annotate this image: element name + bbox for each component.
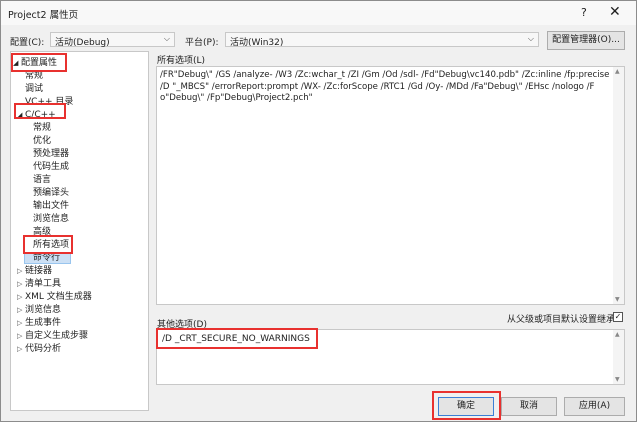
- highlight-other-options: [156, 328, 318, 349]
- tree-item-label: 代码分析: [25, 344, 62, 354]
- config-manager-button[interactable]: 配置管理器(O)...: [547, 31, 625, 50]
- all-options-text: /FR"Debug\" /GS /analyze- /W3 /Zc:wchar_…: [160, 70, 610, 103]
- tree-item[interactable]: 预编译头: [33, 187, 69, 200]
- inherit-checkbox[interactable]: ✓: [613, 312, 623, 322]
- help-icon[interactable]: ?: [581, 6, 587, 19]
- tree-item-label: XML 文档生成器: [25, 292, 92, 302]
- tree-item[interactable]: ▷ XML 文档生成器: [17, 291, 92, 304]
- tree-item-label: 生成事件: [25, 318, 62, 328]
- tree-item[interactable]: 调试: [25, 83, 43, 96]
- tree-item[interactable]: ▷ 代码分析: [17, 343, 61, 356]
- tree-item-label: 代码生成: [33, 162, 70, 172]
- tree-item-label: 常规: [25, 71, 44, 81]
- config-value: 活动(Debug): [55, 38, 110, 48]
- highlight-cpp: [14, 103, 66, 119]
- checkmark-icon: ✓: [614, 312, 622, 321]
- all-options-scrollbar[interactable]: ▲ ▼: [613, 67, 624, 304]
- cancel-button[interactable]: 取消: [501, 397, 557, 416]
- config-label: 配置(C):: [10, 38, 45, 48]
- property-pages-window: Project2 属性页 ? ✕ 配置(C): 活动(Debug) ⌵ 平台(P…: [0, 0, 637, 422]
- tree-item[interactable]: ▷ 清单工具: [17, 278, 61, 291]
- collapsed-arrow-icon[interactable]: ▷: [17, 317, 25, 330]
- tree-item[interactable]: ▷ 链接器: [17, 265, 52, 278]
- tree-item[interactable]: 浏览信息: [33, 213, 69, 226]
- tree-item-label: 命令行: [33, 253, 61, 263]
- apply-button[interactable]: 应用(A): [564, 397, 625, 416]
- tree-item[interactable]: 预处理器: [33, 148, 69, 161]
- highlight-command-line: [23, 235, 73, 254]
- tree-item-label: 调试: [25, 84, 44, 94]
- tree-item[interactable]: ▷ 生成事件: [17, 317, 61, 330]
- tree-item-label: 清单工具: [25, 279, 62, 289]
- scroll-down-icon[interactable]: ▼: [615, 376, 620, 383]
- other-options-scrollbar[interactable]: ▲ ▼: [613, 330, 624, 384]
- chevron-down-icon: ⌵: [163, 34, 170, 43]
- window-title: Project2 属性页: [8, 10, 79, 21]
- scroll-up-icon[interactable]: ▲: [615, 331, 620, 338]
- collapsed-arrow-icon[interactable]: ▷: [17, 291, 25, 304]
- collapsed-arrow-icon[interactable]: ▷: [17, 304, 25, 317]
- scroll-down-icon[interactable]: ▼: [615, 296, 620, 303]
- tree-item[interactable]: 代码生成: [33, 161, 69, 174]
- tree-item[interactable]: ▷ 浏览信息: [17, 304, 61, 317]
- collapsed-arrow-icon[interactable]: ▷: [17, 330, 25, 343]
- tree-item[interactable]: 常规: [33, 122, 51, 135]
- close-icon[interactable]: ✕: [609, 4, 621, 20]
- highlight-config-properties: [11, 53, 67, 72]
- platform-label: 平台(P):: [185, 38, 219, 48]
- inherit-label: 从父级或项目默认设置继承: [507, 315, 616, 325]
- tree-item[interactable]: 优化: [33, 135, 51, 148]
- scroll-up-icon[interactable]: ▲: [615, 68, 620, 75]
- tree-item-label: 预编译头: [33, 188, 70, 198]
- tree-item-label: 自定义生成步骤: [25, 331, 89, 341]
- collapsed-arrow-icon[interactable]: ▷: [17, 265, 25, 278]
- tree-item-label: 预处理器: [33, 149, 70, 159]
- tree-item[interactable]: 输出文件: [33, 200, 69, 213]
- highlight-ok-button: [432, 391, 501, 420]
- tree-item-label: 浏览信息: [33, 214, 70, 224]
- platform-combo[interactable]: 活动(Win32) ⌵: [225, 32, 539, 48]
- tree-item-label: 优化: [33, 136, 52, 146]
- all-options-label: 所有选项(L): [157, 56, 206, 66]
- tree-item-label: 链接器: [25, 266, 53, 276]
- tree-item[interactable]: 语言: [33, 174, 51, 187]
- collapsed-arrow-icon[interactable]: ▷: [17, 278, 25, 291]
- collapsed-arrow-icon[interactable]: ▷: [17, 343, 25, 356]
- title-bar: Project2 属性页 ? ✕: [1, 1, 636, 25]
- tree-item-label: 浏览信息: [25, 305, 62, 315]
- platform-value: 活动(Win32): [230, 38, 284, 48]
- all-options-box[interactable]: /FR"Debug\" /GS /analyze- /W3 /Zc:wchar_…: [156, 66, 625, 305]
- tree-item-label: 输出文件: [33, 201, 70, 211]
- tree-item-label: 语言: [33, 175, 52, 185]
- config-combo[interactable]: 活动(Debug) ⌵: [50, 32, 175, 48]
- tree-item-label: 常规: [33, 123, 52, 133]
- chevron-down-icon: ⌵: [527, 34, 534, 43]
- tree-item[interactable]: ▷ 自定义生成步骤: [17, 330, 88, 343]
